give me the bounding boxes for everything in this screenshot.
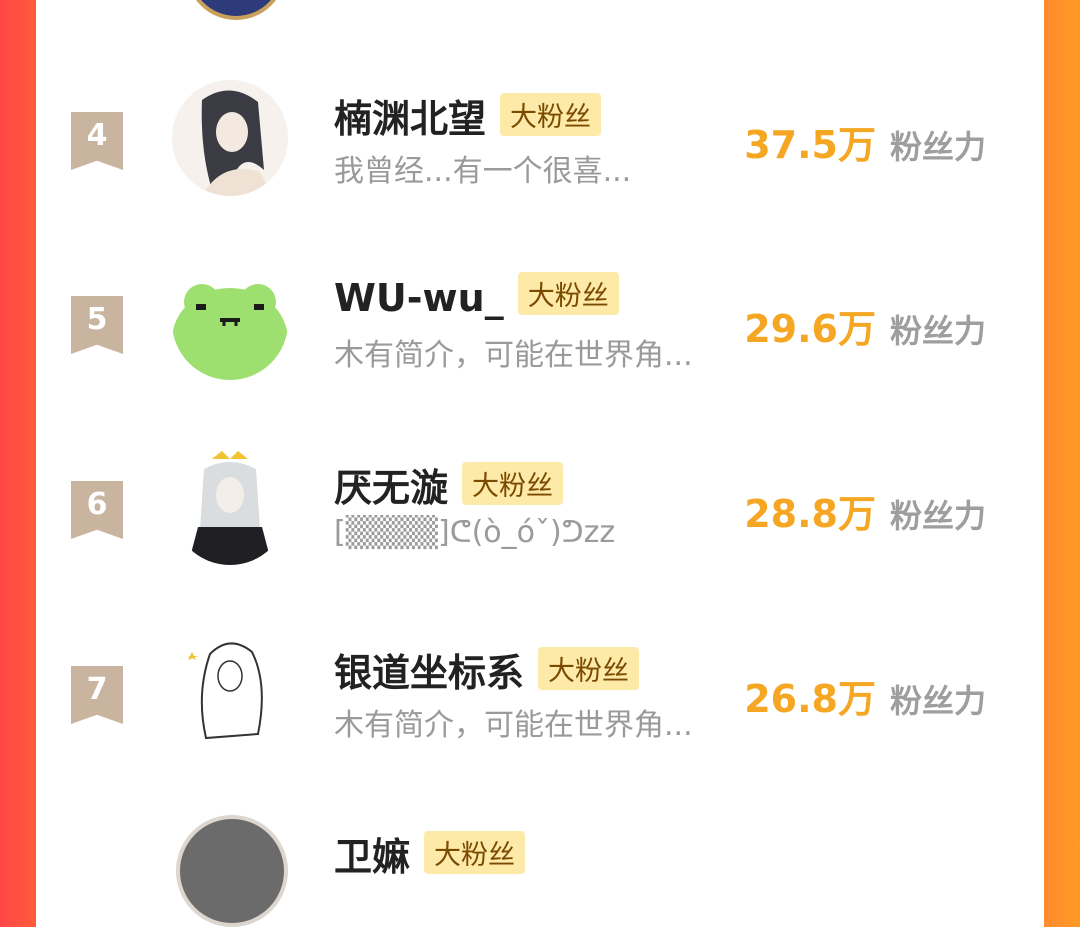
list-item[interactable]: 5 WU-wu_ 大粉丝 木有简介，可能在世界角... 29.6万 粉丝力 <box>36 252 1044 392</box>
fan-level-badge: 大粉丝 <box>500 93 602 136</box>
frog-avatar-image <box>172 264 288 380</box>
user-name[interactable]: 银道坐标系 大粉丝 <box>334 642 640 697</box>
user-name[interactable]: WU-wu_ 大粉丝 <box>334 272 619 320</box>
fan-power-label: 粉丝力 <box>889 128 986 166</box>
fan-level-badge: 大粉丝 <box>462 462 564 505</box>
avatar[interactable] <box>172 80 288 196</box>
avatar[interactable] <box>186 0 286 20</box>
list-item[interactable]: 6 厌无漩 大粉丝 [▒▒▒▒]ᕦ(ò_óˇ)ᕤzz 28.8万 粉丝力 <box>36 437 1044 577</box>
fan-power: 26.8万 粉丝力 <box>744 668 986 723</box>
fan-power-label: 粉丝力 <box>889 497 986 535</box>
fan-power-value: 29.6万 <box>744 307 876 351</box>
fan-level-badge: 大粉丝 <box>424 831 526 874</box>
rank-ribbon: 5 <box>71 296 123 354</box>
user-bio: 木有简介，可能在世界角... <box>334 708 693 743</box>
avatar-image <box>172 80 288 196</box>
rank-ribbon: 4 <box>71 112 123 170</box>
avatar-image <box>172 634 288 750</box>
fan-power-value: 28.8万 <box>744 492 876 536</box>
user-name[interactable]: 厌无漩 大粉丝 <box>334 457 564 512</box>
user-name[interactable]: 楠渊北望 大粉丝 <box>334 88 602 143</box>
fan-power-value: 37.5万 <box>744 123 876 167</box>
avatar-image <box>172 449 288 565</box>
user-bio: [▒▒▒▒]ᕦ(ò_óˇ)ᕤzz <box>334 515 616 550</box>
avatar[interactable] <box>172 634 288 750</box>
fan-power: 28.8万 粉丝力 <box>744 483 986 538</box>
user-bio: 我曾经...有一个很喜... <box>334 154 632 189</box>
fan-power-label: 粉丝力 <box>889 312 986 350</box>
list-item[interactable]: 7 银道坐标系 大粉丝 木有简介，可能在世界角... 26.8万 粉丝力 <box>36 622 1044 762</box>
rank-ribbon: 7 <box>71 666 123 724</box>
fan-power-label: 粉丝力 <box>889 682 986 720</box>
list-item[interactable]: 4 楠渊北望 大粉丝 我曾经...有一个很喜... 37.5万 粉丝力 <box>36 68 1044 208</box>
fan-power-value: 26.8万 <box>744 677 876 721</box>
fan-power: 29.6万 粉丝力 <box>744 298 986 353</box>
fan-level-badge: 大粉丝 <box>538 647 640 690</box>
rank-ribbon: 6 <box>71 481 123 539</box>
avatar[interactable] <box>172 449 288 565</box>
fan-level-badge: 大粉丝 <box>517 272 619 315</box>
avatar[interactable] <box>176 815 288 927</box>
user-bio: 木有简介，可能在世界角... <box>334 338 693 373</box>
fans-ranking-list: 4 楠渊北望 大粉丝 我曾经...有一个很喜... 37.5万 粉丝力 5 WU… <box>36 0 1044 927</box>
avatar[interactable] <box>172 264 288 380</box>
fan-power: 37.5万 粉丝力 <box>744 114 986 169</box>
user-name[interactable]: 卫嫲 大粉丝 <box>334 826 526 881</box>
